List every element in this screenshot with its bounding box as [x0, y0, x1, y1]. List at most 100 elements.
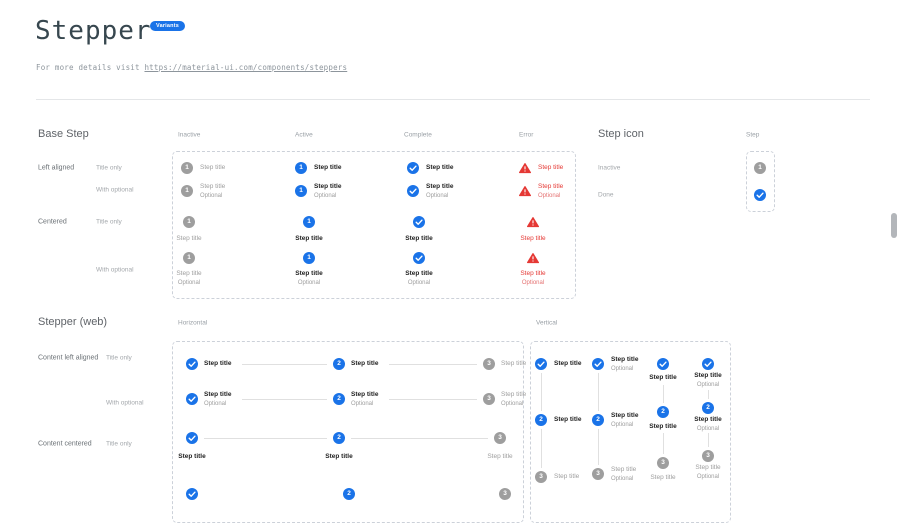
step-title-label: Step title [520, 236, 545, 243]
error-triangle-icon [527, 252, 539, 264]
step-optional-label: Optional [611, 422, 633, 428]
row-sublabel-with-optional-2: With optional [96, 267, 134, 274]
step-connector [541, 373, 542, 411]
step-title-label: Step title [204, 361, 231, 368]
step-title-label: Step title [538, 184, 563, 191]
step-title-label: Step title [501, 361, 526, 368]
step-title-label: Step title [200, 165, 225, 172]
row-sublabel-title-only-2: Title only [96, 219, 122, 226]
check-circle-icon [754, 189, 766, 201]
column-header-inactive: Inactive [178, 132, 200, 139]
row-sublabel-web-title-only: Title only [106, 355, 132, 362]
scrollbar-thumb[interactable] [891, 213, 897, 238]
step-title-label: Step title [176, 271, 201, 278]
step-title-label: Step title [538, 165, 563, 172]
column-header-active: Active [295, 132, 313, 139]
step-title-label: Step title [554, 417, 581, 424]
row-sublabel-title-only: Title only [96, 165, 122, 172]
step-optional-label: Optional [611, 366, 633, 372]
column-header-vertical: Vertical [536, 320, 557, 327]
step-optional-label: Optional [408, 280, 430, 286]
step-optional-label: Optional [298, 280, 320, 286]
step-connector [389, 399, 477, 400]
stepper-web-section-title: Stepper (web) [38, 316, 107, 328]
inactive-step-icon: 3 [657, 457, 669, 469]
step-title-label: Step title [694, 373, 721, 380]
active-step-icon: 2 [657, 406, 669, 418]
row-label-centered: Centered [38, 219, 67, 226]
row-label-content-left-aligned: Content left aligned [38, 355, 98, 362]
active-step-icon: 2 [702, 402, 714, 414]
column-header-horizontal: Horizontal [178, 320, 207, 327]
step-connector [708, 433, 709, 447]
step-optional-label: Optional [426, 193, 448, 199]
inactive-step-icon: 1 [754, 162, 766, 174]
step-optional-label: Optional [314, 193, 336, 199]
step-title-label: Step title [650, 475, 675, 482]
step-title-label: Step title [351, 361, 378, 368]
row-label-inactive: Inactive [598, 165, 620, 172]
step-optional-label: Optional [178, 280, 200, 286]
base-step-variants-frame [172, 151, 576, 299]
step-title-label: Step title [611, 356, 638, 363]
inactive-step-icon: 1 [183, 216, 195, 228]
active-step-icon: 1 [295, 162, 307, 174]
check-circle-icon [657, 358, 669, 370]
step-title-label: Step title [501, 392, 526, 399]
active-step-icon: 1 [295, 185, 307, 197]
step-title-label: Step title [694, 417, 721, 424]
inactive-step-icon: 3 [494, 432, 506, 444]
error-triangle-icon [527, 216, 539, 228]
row-label-left-aligned: Left aligned [38, 165, 74, 172]
check-circle-icon [186, 432, 198, 444]
step-title-label: Step title [204, 392, 231, 399]
active-step-icon: 2 [343, 488, 355, 500]
inactive-step-icon: 3 [592, 468, 604, 480]
check-circle-icon [535, 358, 547, 370]
inactive-step-icon: 1 [181, 162, 193, 174]
row-label-content-centered: Content centered [38, 441, 92, 448]
check-circle-icon [702, 358, 714, 370]
step-title-label: Step title [295, 236, 322, 243]
row-sublabel-with-optional: With optional [96, 187, 134, 194]
step-title-label: Step title [649, 424, 676, 431]
check-circle-icon [413, 216, 425, 228]
active-step-icon: 2 [333, 432, 345, 444]
step-connector [204, 438, 327, 439]
step-optional-label: Optional [538, 193, 560, 199]
error-triangle-icon [519, 162, 531, 174]
inactive-step-icon: 1 [181, 185, 193, 197]
row-sublabel-web-with-optional: With optional [106, 400, 144, 407]
step-title-label: Step title [405, 236, 432, 243]
step-connector [351, 438, 488, 439]
check-circle-icon [592, 358, 604, 370]
step-title-label: Step title [695, 465, 720, 472]
step-title-label: Step title [611, 466, 636, 473]
step-title-label: Step title [351, 392, 378, 399]
step-connector [663, 385, 664, 403]
step-optional-label: Optional [522, 280, 544, 286]
column-header-step: Step [746, 132, 759, 139]
step-connector [663, 433, 664, 454]
column-header-error: Error [519, 132, 533, 139]
active-step-icon: 2 [333, 358, 345, 370]
step-optional-label: Optional [501, 401, 523, 407]
step-optional-label: Optional [697, 474, 719, 480]
check-circle-icon [186, 358, 198, 370]
step-title-label: Step title [200, 184, 225, 191]
step-title-label: Step title [487, 454, 512, 461]
material-ui-link[interactable]: https://material-ui.com/components/stepp… [144, 63, 347, 72]
step-title-label: Step title [176, 236, 201, 243]
step-optional-label: Optional [697, 426, 719, 432]
step-title-label: Step title [649, 375, 676, 382]
active-step-icon: 1 [303, 252, 315, 264]
step-optional-label: Optional [351, 401, 373, 407]
inactive-step-icon: 3 [499, 488, 511, 500]
step-title-label: Step title [295, 271, 322, 278]
page-title: Stepper [35, 16, 152, 46]
step-connector [708, 390, 709, 399]
inactive-step-icon: 3 [702, 450, 714, 462]
active-step-icon: 2 [333, 393, 345, 405]
step-title-label: Step title [520, 271, 545, 278]
active-step-icon: 2 [592, 414, 604, 426]
